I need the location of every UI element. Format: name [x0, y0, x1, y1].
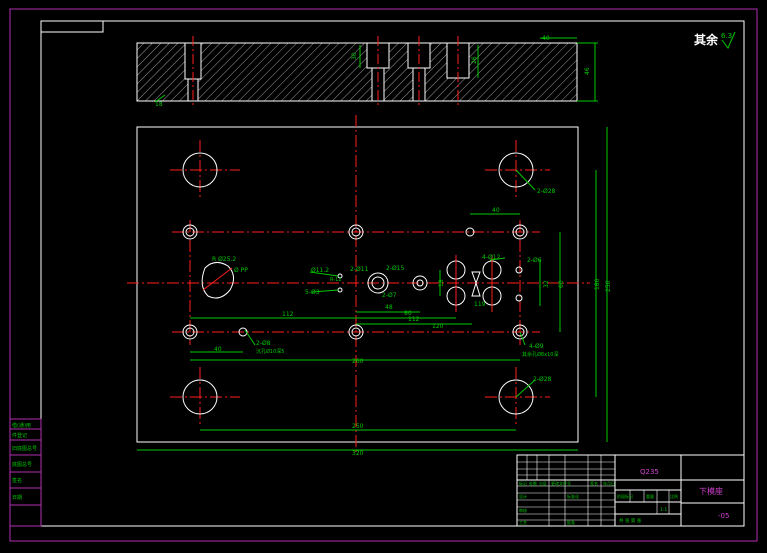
roughness-note: 其余	[694, 32, 719, 47]
title-design: 设计	[519, 493, 527, 499]
title-standard: 标准化	[567, 493, 579, 499]
title-row-date: 年月日	[603, 480, 615, 486]
roughness-value: 6.3	[721, 32, 732, 40]
drawing-svg: 其余 6.3 40 46 30 26 18 320 250 40 260 112…	[9, 8, 758, 542]
label-pilot-c: 2-Ø11	[350, 266, 369, 273]
side-cell-0: 借(通)用	[12, 422, 31, 429]
dim-26: 26	[471, 56, 478, 64]
dim-320: 320	[352, 450, 364, 457]
title-drawing-no: -05	[718, 512, 729, 520]
title-part-name: 下模座	[699, 486, 723, 496]
label-big-hole-top: 2-Ø28	[537, 188, 556, 195]
dim-250-vertical: 250	[605, 280, 612, 292]
dim-30: 30	[351, 52, 358, 60]
dim-180: 180	[594, 278, 601, 290]
top-section-view: 40 46 30 26 18	[136, 35, 598, 108]
label-counterbore: R Ø25.2	[212, 256, 236, 263]
label-pilot-d: 2-Ø15	[386, 265, 405, 272]
dim-112b: 112	[408, 316, 420, 323]
title-weight: 重量	[646, 493, 654, 499]
side-cell-1: 件登记	[12, 432, 27, 439]
label-right-note-b: 其余孔Ø8x10深	[522, 351, 558, 358]
title-ratio: 比例	[670, 493, 678, 499]
title-stage: 阶段标记	[617, 493, 633, 499]
label-pilot-a: Ø11.2	[311, 267, 329, 274]
title-row-zone: 分区	[539, 480, 547, 486]
title-sheet: 共 张 第 张	[619, 517, 642, 524]
title-row-change: 更改文件号	[551, 480, 571, 486]
title-process: 工艺	[519, 520, 527, 525]
dim-40-top: 40	[492, 207, 500, 214]
title-approve: 批准	[567, 519, 575, 525]
corner-tab	[40, 20, 104, 33]
side-table: 借(通)用 件登记 旧底图总号 底图总号 签名 日期	[9, 418, 42, 527]
title-row-sign: 签名	[590, 480, 598, 486]
dim-40: 40	[542, 35, 550, 42]
label-counterbore-sub: Ø PP	[234, 267, 248, 274]
side-cell-4: 签名	[12, 477, 22, 484]
label-right-note-a: 4-Ø9	[529, 343, 544, 350]
dim-48: 48	[385, 304, 393, 311]
side-cell-5: 日期	[12, 495, 22, 501]
label-big-hole-bottom: 2-Ø28	[533, 376, 552, 383]
dim-40-bottom: 40	[214, 346, 222, 353]
dim-120: 120	[432, 323, 444, 330]
dim-60: 60	[558, 280, 565, 288]
dim-18-top: 18	[155, 101, 163, 108]
dim-18: 18	[438, 279, 445, 287]
title-check: 审核	[519, 507, 527, 513]
dim-112: 112	[282, 311, 294, 318]
label-pilot-e: 2-Ø7	[382, 292, 397, 299]
side-cell-2: 旧底图总号	[12, 445, 37, 452]
title-row-mark: 标记	[519, 480, 527, 486]
dim-260: 260	[352, 358, 364, 365]
plan-view: 320 250 40 260 112 48 80 112 120 119 40 …	[127, 115, 612, 457]
title-scale: 1:1	[660, 507, 667, 513]
title-row-count: 处数	[529, 480, 537, 486]
label-left-note-a: 2-Ø8	[256, 340, 271, 347]
dim-32: 32	[543, 280, 550, 288]
side-cell-3: 底图总号	[12, 461, 32, 468]
label-pilot-b: 5-Ø3	[305, 289, 320, 296]
label-small-holes: 2-Ø6	[527, 257, 542, 264]
label-left-note-b: 沉孔Ø10深5	[256, 348, 284, 355]
title-material: Q235	[640, 468, 659, 476]
dim-46: 46	[584, 67, 591, 75]
cad-drawing-canvas: 其余 6.3 40 46 30 26 18 320 250 40 260 112…	[0, 0, 767, 553]
dim-250: 250	[352, 423, 364, 430]
label-pin-holes: 4-Ø12	[482, 254, 501, 261]
label-r12: R-12	[330, 277, 341, 283]
dim-119: 119	[474, 301, 486, 308]
title-block: Q235 下模座 -05 1:1 标记 处数 分区 更改文件号 签名 年月日 设…	[516, 454, 745, 527]
